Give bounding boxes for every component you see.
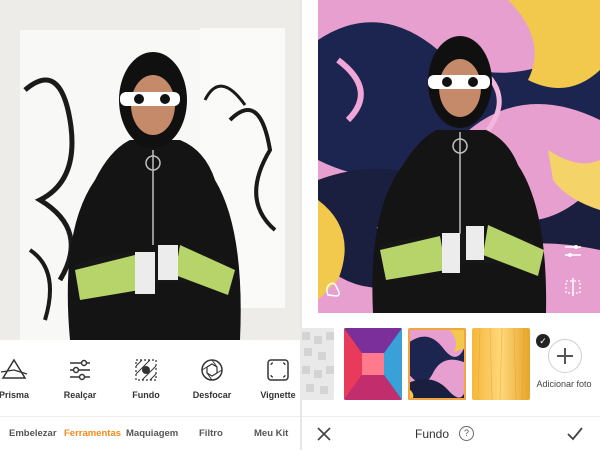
bg-thumb-neon-corridor[interactable]: [344, 328, 402, 400]
vignette-icon: [267, 359, 289, 381]
plus-icon: [548, 339, 582, 373]
help-icon[interactable]: ?: [459, 426, 474, 441]
sliders-icon: [70, 359, 90, 381]
bg-marble-image: [408, 328, 466, 400]
edited-photo[interactable]: [318, 0, 600, 313]
compare-icon[interactable]: [562, 276, 584, 298]
tool-prisma-label: Prisma: [0, 390, 30, 400]
action-bar: Fundo ?: [302, 416, 600, 451]
bg-thumb-white-tiles[interactable]: [300, 328, 334, 400]
adjust-sliders-icon[interactable]: [562, 240, 584, 262]
tool-realcar-label: Realçar: [63, 390, 97, 400]
nav-embelezar[interactable]: Embelezar: [9, 428, 57, 439]
prism-icon: [0, 358, 28, 379]
tool-prisma[interactable]: Prisma: [0, 350, 46, 410]
panel-title: Fundo: [415, 427, 450, 441]
add-photo-label: Adicionar foto: [536, 379, 592, 389]
nav-maquiagem[interactable]: Maquiagem: [126, 428, 178, 439]
tool-realcar[interactable]: Realçar: [48, 350, 112, 410]
add-photo-button[interactable]: ✓ Adicionar foto: [532, 334, 596, 401]
tool-row: Prisma Realçar Fundo Desfocar Vignette: [0, 350, 300, 410]
bg-white-tiles-image: [300, 328, 334, 400]
background-options: ✓ Adicionar foto: [300, 325, 600, 403]
tool-vignette-label: Vignette: [260, 390, 296, 400]
tool-desfocar-label: Desfocar: [192, 390, 232, 400]
bg-gold-image: [472, 328, 530, 400]
right-panel: ✓ Adicionar foto Fundo ?: [300, 0, 600, 451]
check-badge-icon: ✓: [536, 334, 550, 348]
photo-original-image: [0, 0, 300, 340]
photo-edited-image: [318, 0, 600, 313]
tool-fundo[interactable]: Fundo: [114, 350, 178, 410]
bg-thumb-marble[interactable]: [408, 328, 466, 400]
close-icon[interactable]: [314, 424, 334, 444]
nav-filtro[interactable]: Filtro: [199, 428, 223, 439]
bottom-nav: Embelezar Ferramentas Maquiagem Filtro M…: [0, 416, 300, 451]
left-panel: Prisma Realçar Fundo Desfocar Vignette E…: [0, 0, 300, 450]
background-icon: [135, 359, 157, 381]
brush-tool-icon[interactable]: [322, 278, 344, 300]
tool-fundo-label: Fundo: [132, 390, 160, 400]
aperture-icon: [201, 359, 223, 381]
nav-ferramentas[interactable]: Ferramentas: [64, 428, 121, 439]
nav-meu-kit[interactable]: Meu Kit: [254, 428, 288, 439]
bg-neon-corridor-image: [344, 328, 402, 400]
original-photo[interactable]: [0, 0, 300, 340]
bg-thumb-gold[interactable]: [472, 328, 530, 400]
tool-desfocar[interactable]: Desfocar: [180, 350, 244, 410]
confirm-check-icon[interactable]: [564, 423, 586, 445]
